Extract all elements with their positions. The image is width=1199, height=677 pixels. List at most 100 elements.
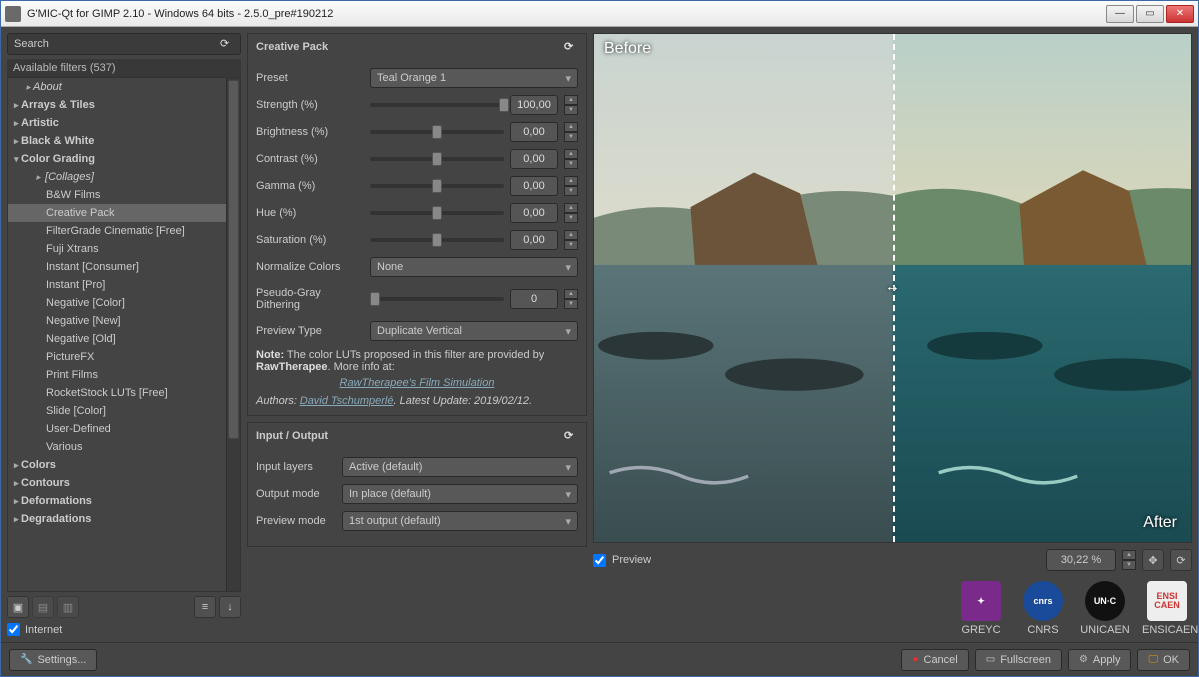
slider-spinner[interactable]: ▲▼ [564,149,578,169]
app-window: G'MIC-Qt for GIMP 2.10 - Windows 64 bits… [0,0,1199,677]
tree-cat[interactable]: Black & White [8,132,226,150]
preview-checkbox[interactable] [593,554,606,567]
pseudo-spinner[interactable]: ▲▼ [564,289,578,309]
slider-value[interactable]: 100,00 [510,95,558,115]
slider[interactable] [370,211,504,215]
authors-text: Authors: David Tschumperlé. Latest Updat… [256,395,578,407]
search-input[interactable]: Search ⟳ [7,33,241,55]
tree-sub[interactable]: FilterGrade Cinematic [Free] [8,222,226,240]
tree-sub[interactable]: Print Films [8,366,226,384]
tool-button-2[interactable]: ▤ [32,596,54,618]
internet-checkbox[interactable] [7,623,20,636]
apply-button[interactable]: ⚙Apply [1068,649,1132,671]
tree-scrollbar[interactable] [226,78,240,591]
slider[interactable] [370,103,504,107]
ok-button[interactable]: 🖵OK [1137,649,1190,671]
window-title: G'MIC-Qt for GIMP 2.10 - Windows 64 bits… [27,8,1106,20]
tool-button-3[interactable]: ▥ [57,596,79,618]
rawtherapee-link[interactable]: RawTherapee's Film Simulation [340,377,495,389]
sponsor-logos: ✦GREYC cnrsCNRS UN⋅CUNICAEN ENSICAENENSI… [593,581,1192,636]
search-clear-icon[interactable]: ⟳ [220,37,234,51]
tree-sub-selected[interactable]: Creative Pack [8,204,226,222]
slider-value[interactable]: 0,00 [510,203,558,223]
zoom-fit-button[interactable]: ✥ [1142,549,1164,571]
slider[interactable] [370,184,504,188]
tree-cat[interactable]: Degradations [8,510,226,528]
tree-sub[interactable]: Negative [Color] [8,294,226,312]
minimize-button[interactable]: ― [1106,5,1134,23]
tree-sub[interactable]: Negative [Old] [8,330,226,348]
slider-spinner[interactable]: ▲▼ [564,122,578,142]
slider-value[interactable]: 0,00 [510,122,558,142]
fullscreen-button[interactable]: ▭Fullscreen [975,649,1062,671]
io-dropdown[interactable]: Active (default) [342,457,578,477]
tree-sub[interactable]: Instant [Consumer] [8,258,226,276]
io-dropdown[interactable]: In place (default) [342,484,578,504]
tree-cat[interactable]: Deformations [8,492,226,510]
tree-sub[interactable]: Negative [New] [8,312,226,330]
settings-button[interactable]: 🔧Settings... [9,649,97,671]
cancel-button[interactable]: ●Cancel [901,649,968,671]
reset-io-icon[interactable]: ⟳ [564,429,578,443]
after-label: After [1143,514,1177,532]
tree-sub[interactable]: PictureFX [8,348,226,366]
tree-cat[interactable]: Artistic [8,114,226,132]
slider-spinner[interactable]: ▲▼ [564,95,578,115]
slider[interactable] [370,130,504,134]
tree-cat-open[interactable]: Color Grading [8,150,226,168]
tree-sub[interactable]: B&W Films [8,186,226,204]
preset-dropdown[interactable]: Teal Orange 1 [370,68,578,88]
greyc-icon: ✦ [961,581,1001,621]
zoom-value[interactable]: 30,22 % [1046,549,1116,571]
close-button[interactable]: ✕ [1166,5,1194,23]
tree-cat[interactable]: Contours [8,474,226,492]
tree-sub[interactable]: Slide [Color] [8,402,226,420]
tree-about[interactable]: About [8,78,226,96]
preview-area[interactable]: Before After ↔ [593,33,1192,543]
slider-spinner[interactable]: ▲▼ [564,203,578,223]
maximize-button[interactable]: ▭ [1136,5,1164,23]
internet-label: Internet [25,624,62,636]
tree-sub[interactable]: Instant [Pro] [8,276,226,294]
preview-type-dropdown[interactable]: Duplicate Vertical [370,321,578,341]
slider-value[interactable]: 0,00 [510,230,558,250]
io-dropdown[interactable]: 1st output (default) [342,511,578,531]
slider[interactable] [370,238,504,242]
fullscreen-icon: ▭ [986,654,995,665]
reset-panel-icon[interactable]: ⟳ [564,40,578,54]
tree-sub[interactable]: User-Defined [8,420,226,438]
refresh-button[interactable]: ↓ [219,596,241,618]
filter-tree[interactable]: About Arrays & Tiles Artistic Black & Wh… [8,78,226,591]
tree-header: Available filters (537) [7,59,241,77]
zoom-reset-button[interactable]: ⟳ [1170,549,1192,571]
preset-label: Preset [256,72,364,84]
io-panel: Input / Output ⟳ Input layersActive (def… [247,422,587,547]
slider[interactable] [370,157,504,161]
search-placeholder: Search [14,38,49,50]
add-fav-button[interactable]: ▣ [7,596,29,618]
author-link[interactable]: David Tschumperlé [300,395,394,407]
slider-spinner[interactable]: ▲▼ [564,230,578,250]
titlebar[interactable]: G'MIC-Qt for GIMP 2.10 - Windows 64 bits… [1,1,1198,27]
wrench-icon: 🔧 [20,654,32,665]
slider-value[interactable]: 0,00 [510,176,558,196]
tree-sub[interactable]: Various [8,438,226,456]
slider-spinner[interactable]: ▲▼ [564,176,578,196]
pseudo-slider[interactable] [370,297,504,301]
tree-sub[interactable]: [Collages] [8,168,226,186]
io-label: Output mode [256,488,336,500]
tree-cat[interactable]: Arrays & Tiles [8,96,226,114]
slider-label: Hue (%) [256,207,364,219]
normalize-dropdown[interactable]: None [370,257,578,277]
io-title: Input / Output [256,430,328,442]
zoom-spinner[interactable]: ▲▼ [1122,550,1136,570]
pseudo-value[interactable]: 0 [510,289,558,309]
collapse-button[interactable]: ≡ [194,596,216,618]
tree-sub[interactable]: RocketStock LUTs [Free] [8,384,226,402]
slider-value[interactable]: 0,00 [510,149,558,169]
divider-handle-icon[interactable]: ↔ [883,278,903,298]
tree-cat[interactable]: Colors [8,456,226,474]
slider-label: Gamma (%) [256,180,364,192]
tree-sub[interactable]: Fuji Xtrans [8,240,226,258]
cnrs-icon: cnrs [1023,581,1063,621]
